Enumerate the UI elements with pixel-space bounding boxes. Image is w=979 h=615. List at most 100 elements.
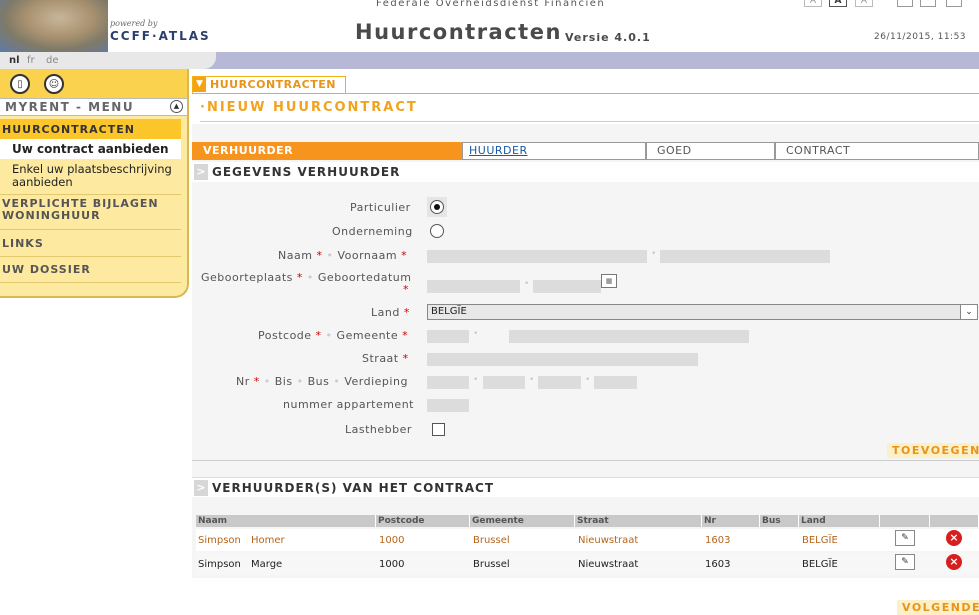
cell-voornaam: Homer [251,535,285,546]
powered-by-label: powered by [110,19,158,28]
column-header-delete [930,515,979,527]
cell-nr: 1603 [705,535,731,546]
tab-goed[interactable]: GOED [646,142,775,160]
calendar-icon[interactable]: ▦ [601,274,617,288]
sidebar-divider [0,282,181,283]
agency-name: Federale Overheidsdienst Financiën [376,0,606,9]
cell-nr: 1603 [705,559,731,570]
cell-straat: Nieuwstraat [578,559,639,570]
volgende-button[interactable]: VOLGENDE [897,600,979,615]
geboortedatum-input[interactable] [533,280,601,293]
tab-huurder[interactable]: HUURDER [462,142,646,160]
brand-logo-text: CCFF·ATLAS [110,29,211,43]
toevoegen-button[interactable]: TOEVOEGEN [887,443,979,458]
sidebar-item-huurcontracten[interactable]: HUURCONTRACTEN [2,123,135,136]
column-header-straat: Straat [575,515,702,527]
sidebar-item-verplichte-bijlagen[interactable]: VERPLICHTE BIJLAGEN WONINGHUUR [2,198,172,222]
land-select-value: BELGÏE [431,306,467,317]
sidebar-item-contract-aanbieden[interactable]: Uw contract aanbieden [12,142,169,156]
sidebar-item-links[interactable]: LINKS [2,237,44,250]
language-fr[interactable]: fr [27,55,35,66]
font-size-large-button[interactable]: A [855,0,873,7]
section-title-verhuurders: VERHUURDER(S) VAN HET CONTRACT [212,481,495,495]
collapse-menu-icon[interactable]: ▲ [170,100,183,113]
cell-achternaam: Simpson [198,559,241,570]
section-title-verhuurder: GEGEVENS VERHUURDER [212,165,401,179]
radio-onderneming[interactable] [430,224,444,238]
column-header-nr: Nr [702,515,760,527]
bis-input[interactable] [483,376,525,389]
cell-achternaam: Simpson [198,535,241,546]
column-header-land: Land [799,515,880,527]
column-header-gemeente: Gemeente [470,515,575,527]
label-geboorte: Geboorteplaats * • Geboortedatum [201,271,412,284]
sidebar-item-uw-dossier[interactable]: UW DOSSIER [2,263,91,276]
chevron-right-icon: > [194,480,208,496]
cell-gemeente: Brussel [473,559,510,570]
verdieping-input[interactable] [594,376,637,389]
straat-input[interactable] [427,353,698,366]
edit-icon[interactable]: ✎ [895,554,915,570]
cell-land: BELGÏE [802,535,838,546]
cell-land: BELGÏE [802,559,838,570]
radio-particulier[interactable] [430,200,444,214]
label-land: Land * [371,306,410,319]
postcode-input[interactable] [427,330,469,343]
page-title-divider [200,121,979,122]
language-de[interactable]: de [46,55,59,66]
app-title: Huurcontracten [355,20,562,44]
cell-postcode: 1000 [379,535,405,546]
layout-wide-button[interactable] [946,0,962,7]
label-postcode: Postcode * • Gemeente * [258,329,409,342]
voornaam-input[interactable] [660,250,830,263]
font-size-small-button[interactable]: A [804,0,822,7]
label-naam: Naam * • Voornaam * [278,249,408,262]
logout-icon[interactable]: ▯ [10,74,30,94]
sidebar-divider [0,256,181,257]
chevron-down-icon: ▼ [193,77,206,92]
geboorteplaats-input[interactable] [427,280,520,293]
label-verdieping-text: Verdieping [344,375,408,388]
page-title: ·NIEUW HUURCONTRACT [200,100,418,115]
land-select[interactable]: BELGÏE [427,304,978,320]
label-particulier: Particulier [350,201,411,214]
breadcrumb[interactable]: HUURCONTRACTEN [210,78,336,91]
gemeente-input[interactable] [509,330,749,343]
tab-verhuurder[interactable]: VERHUURDER [192,142,462,160]
cell-voornaam: Marge [251,559,283,570]
column-header-naam: Naam [196,515,376,527]
divider [192,460,979,461]
bus-input[interactable] [538,376,581,389]
label-onderneming: Onderneming [332,225,413,238]
label-voornaam-text: Voornaam [337,249,398,262]
cell-gemeente: Brussel [473,535,510,546]
sidebar-divider [0,229,181,230]
label-bus-text: Bus [307,375,330,388]
column-header-edit [880,515,930,527]
column-header-bus: Bus [760,515,799,527]
cell-postcode: 1000 [379,559,405,570]
sidebar-item-plaatsbeschrijving[interactable]: Enkel uw plaatsbeschrijving aanbieden [12,163,182,189]
naam-input[interactable] [427,250,647,263]
label-geboortedatum-text: Geboortedatum [317,271,412,284]
datetime-label: 26/11/2015, 11:53 [874,32,967,42]
label-straat-text: Straat [362,352,399,365]
appartement-input[interactable] [427,399,469,412]
chevron-down-icon[interactable]: ⌄ [960,305,977,319]
nr-input[interactable] [427,376,469,389]
label-bis-text: Bis [274,375,293,388]
label-lasthebber: Lasthebber [345,423,412,436]
layout-narrow-button[interactable] [897,0,913,7]
language-nl[interactable]: nl [9,55,20,66]
lasthebber-checkbox[interactable] [432,423,445,436]
tab-contract[interactable]: CONTRACT [775,142,979,160]
user-profile-icon[interactable]: ☺ [44,74,64,94]
delete-icon[interactable]: × [946,554,962,570]
label-straat: Straat * [362,352,409,365]
edit-icon[interactable]: ✎ [895,530,915,546]
label-nr-text: Nr [236,375,250,388]
font-size-medium-button[interactable]: A [829,0,847,7]
delete-icon[interactable]: × [946,530,962,546]
label-geboorteplaats-text: Geboorteplaats [201,271,293,284]
layout-medium-button[interactable] [920,0,936,7]
